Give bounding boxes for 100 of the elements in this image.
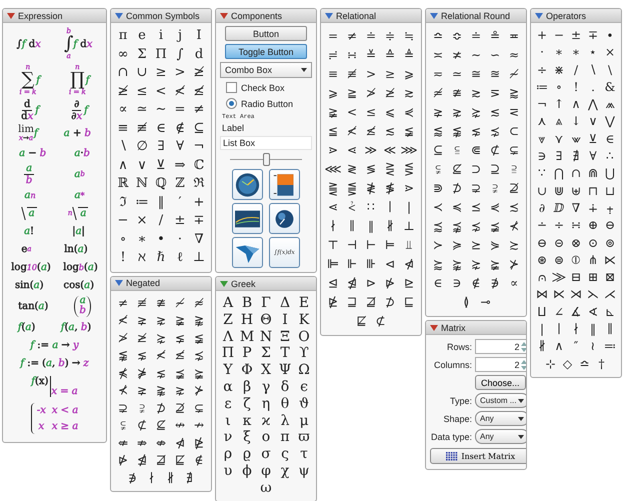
symbol-button[interactable]: ⪹	[448, 217, 466, 236]
symbol-button[interactable]: ϰ	[256, 412, 276, 430]
symbol-button[interactable]: ⊞	[584, 269, 602, 286]
symbol-button[interactable]: ⩻	[342, 198, 362, 217]
symbol-button[interactable]: ⋖	[324, 198, 342, 217]
symbol-button[interactable]: ⋨	[190, 347, 208, 364]
symbol-button[interactable]: ≇	[448, 84, 466, 103]
symbol-button[interactable]: ∉	[190, 452, 208, 470]
symbol-button[interactable]: ⋞	[486, 198, 504, 217]
symbol-button[interactable]: ∔	[584, 200, 602, 218]
symbol-button[interactable]: Ι	[276, 312, 294, 329]
symbol-button[interactable]: κ	[238, 412, 256, 430]
symbol-button[interactable]: ⊩	[342, 255, 362, 274]
symbol-button[interactable]: ≠	[190, 101, 208, 120]
symbol-button[interactable]: ¬	[190, 138, 208, 156]
symbol-button[interactable]: +	[534, 27, 550, 44]
symbol-button[interactable]: ≥	[380, 65, 400, 84]
symbol-button[interactable]: Δ	[276, 295, 294, 312]
symbol-button[interactable]: ‖	[362, 217, 380, 236]
symbol-button[interactable]: ¬	[534, 96, 550, 114]
symbol-button[interactable]: ≲	[380, 122, 400, 141]
symbol-button[interactable]: ∙	[602, 27, 618, 44]
symbol-button[interactable]: ⫋	[428, 160, 448, 179]
symbol-button[interactable]: ≒	[400, 27, 418, 46]
symbol-button[interactable]: Ν	[256, 328, 276, 346]
symbol-button[interactable]: ⋦	[466, 122, 486, 141]
symbol-button[interactable]: ϱ	[238, 446, 256, 463]
symbol-button[interactable]: Ο	[294, 328, 314, 346]
symbol-button[interactable]: ⋪	[400, 255, 418, 274]
symbol-button[interactable]: ⋜	[504, 103, 524, 122]
symbol-button[interactable]: ⩀	[534, 269, 550, 286]
symbol-button[interactable]: ⨥	[602, 200, 618, 218]
symbol-button[interactable]: I	[190, 27, 208, 46]
symbol-button[interactable]: ⩖	[568, 130, 584, 148]
symbol-button[interactable]: ÷	[534, 62, 550, 79]
checkbox[interactable]	[226, 82, 237, 93]
symbol-button[interactable]: ⊁	[504, 255, 524, 274]
symbol-button[interactable]: ⇍	[114, 434, 132, 452]
symbol-button[interactable]: ≏	[428, 27, 448, 46]
symbol-button[interactable]: ⊀	[504, 217, 524, 236]
radio-button[interactable]	[226, 98, 237, 109]
symbol-button[interactable]: Ξ	[276, 328, 294, 346]
expression-template[interactable]: f := a → y	[29, 340, 80, 350]
symbol-button[interactable]: ⩕	[602, 96, 618, 114]
symbol-button[interactable]: ≦	[324, 122, 342, 141]
symbol-button[interactable]: e	[132, 27, 152, 46]
symbol-button[interactable]: ≅	[466, 65, 486, 84]
symbol-button[interactable]: ⊅	[448, 179, 466, 198]
symbol-button[interactable]: ⊊	[190, 400, 208, 417]
symbol-button[interactable]: ⪌	[324, 179, 342, 198]
symbol-button[interactable]: ∈	[152, 120, 170, 138]
symbol-button[interactable]: †	[593, 356, 610, 373]
symbol-button[interactable]: ℵ	[132, 249, 152, 268]
symbol-button[interactable]: ⊎	[568, 182, 584, 200]
symbol-button[interactable]: ⪊	[190, 312, 208, 330]
symbol-button[interactable]: Σ	[132, 46, 152, 64]
component-button[interactable]	[269, 169, 300, 200]
symbol-button[interactable]: β	[238, 378, 256, 396]
symbol-button[interactable]: ≕	[602, 338, 618, 356]
symbol-button[interactable]: ∦	[380, 217, 400, 236]
symbol-button[interactable]: ◇	[559, 356, 576, 373]
symbol-button[interactable]: ≍	[428, 46, 448, 65]
symbol-button[interactable]: ⊻	[152, 156, 170, 175]
symbol-button[interactable]: ⊚	[602, 234, 618, 252]
symbol-button[interactable]: ⊻	[584, 130, 602, 148]
symbol-button[interactable]: ∖	[114, 138, 132, 156]
symbol-button[interactable]: ⊈	[448, 160, 466, 179]
symbol-button[interactable]: ≃	[132, 101, 152, 120]
symbol-button[interactable]: ⊝	[550, 234, 568, 252]
symbol-button[interactable]: •	[152, 230, 170, 249]
symbol-button[interactable]: ≀	[584, 338, 602, 356]
symbol-button[interactable]: ≢	[342, 65, 362, 84]
symbol-button[interactable]: ∝	[114, 101, 132, 120]
symbol-button[interactable]: Υ	[218, 362, 238, 379]
symbol-button[interactable]: ∫	[170, 46, 190, 64]
symbol-button[interactable]: ⋌	[602, 286, 618, 304]
symbol-button[interactable]: ≗	[486, 27, 504, 46]
symbol-button[interactable]: ⇒	[170, 156, 190, 175]
symbol-button[interactable]: ⪈	[132, 312, 152, 330]
symbol-button[interactable]: ∖	[584, 62, 602, 79]
symbol-button[interactable]: ρ	[218, 446, 238, 463]
symbol-button[interactable]: ⪊	[152, 382, 170, 400]
symbol-button[interactable]: ≾	[504, 198, 524, 217]
symbol-button[interactable]: ≂	[428, 65, 448, 84]
symbol-button[interactable]: ∈	[428, 274, 448, 293]
expression-template[interactable]: |a|	[71, 226, 86, 236]
symbol-button[interactable]: ⋏	[534, 113, 550, 131]
symbol-button[interactable]: ≽	[448, 236, 466, 255]
symbol-button[interactable]: ⪵	[170, 364, 190, 382]
symbol-button[interactable]: ω	[256, 480, 276, 497]
symbol-button[interactable]: −	[550, 27, 568, 44]
symbol-button[interactable]: Π	[152, 46, 170, 64]
symbol-button[interactable]: ϵ	[294, 378, 314, 396]
symbol-button[interactable]: ⋃	[602, 165, 618, 183]
symbol-button[interactable]: ⋣	[362, 293, 380, 312]
symbol-button[interactable]: ⫅	[448, 141, 466, 160]
symbol-button[interactable]: ⋞	[400, 103, 418, 122]
symbol-button[interactable]: ⪋	[342, 179, 362, 198]
symbol-button[interactable]: ⊨	[380, 236, 400, 255]
symbol-button[interactable]: !	[568, 78, 584, 96]
